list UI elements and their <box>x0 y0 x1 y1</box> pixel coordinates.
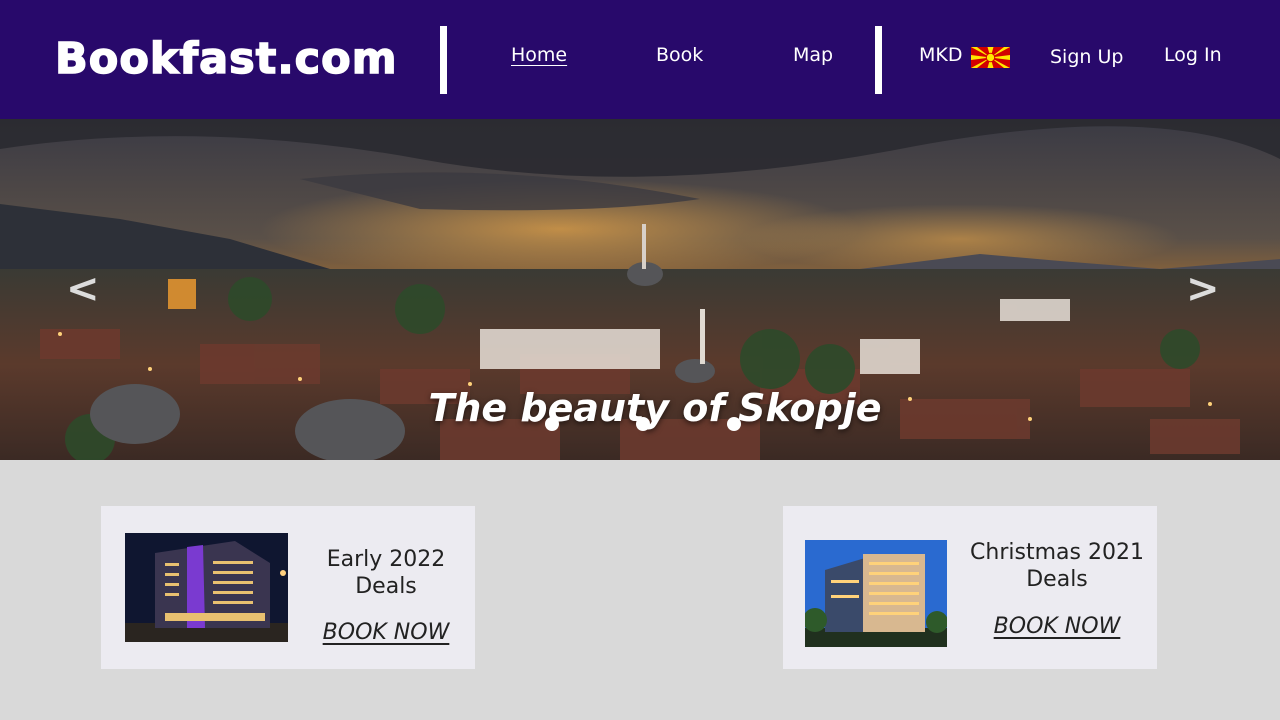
nav-book-link[interactable]: Book <box>656 43 703 67</box>
book-now-link[interactable]: BOOK NOW <box>957 614 1157 639</box>
deal-card-early-2022[interactable]: Early 2022 Deals BOOK NOW <box>101 506 475 669</box>
site-header: Bookfast.com Home Book Map MKD Sign Up L… <box>0 0 1280 119</box>
deal-title: Early 2022 Deals <box>297 546 475 600</box>
nav-home-link[interactable]: Home <box>511 43 567 67</box>
slider-dot-2[interactable] <box>636 417 650 431</box>
site-logo[interactable]: Bookfast.com <box>54 30 398 88</box>
login-link[interactable]: Log In <box>1164 43 1222 67</box>
deal-title-line-2: Deals <box>1026 567 1088 592</box>
deal-title-line-1: Christmas 2021 <box>970 540 1144 565</box>
deal-title: Christmas 2021 Deals <box>957 539 1157 593</box>
deal-title-line-2: Deals <box>355 574 417 599</box>
slider-dot-1[interactable] <box>545 417 559 431</box>
header-divider <box>440 26 447 94</box>
header-divider <box>875 26 882 94</box>
nav-map-link[interactable]: Map <box>793 43 833 67</box>
hero-slider: The beauty of Skopje < > <box>0 119 1280 460</box>
deal-title-line-1: Early 2022 <box>326 547 446 572</box>
slider-dot-3[interactable] <box>727 417 741 431</box>
hotel-thumbnail-image <box>125 533 288 642</box>
slider-prev-button[interactable]: < <box>66 264 100 314</box>
deal-card-christmas-2021[interactable]: Christmas 2021 Deals BOOK NOW <box>783 506 1157 669</box>
signup-link[interactable]: Sign Up <box>1050 45 1123 69</box>
currency-selector[interactable]: MKD <box>919 43 962 67</box>
slider-next-button[interactable]: > <box>1186 264 1220 314</box>
book-now-link[interactable]: BOOK NOW <box>297 620 475 645</box>
macedonia-flag-icon[interactable] <box>971 47 1010 68</box>
hotel-thumbnail-image <box>805 540 947 647</box>
